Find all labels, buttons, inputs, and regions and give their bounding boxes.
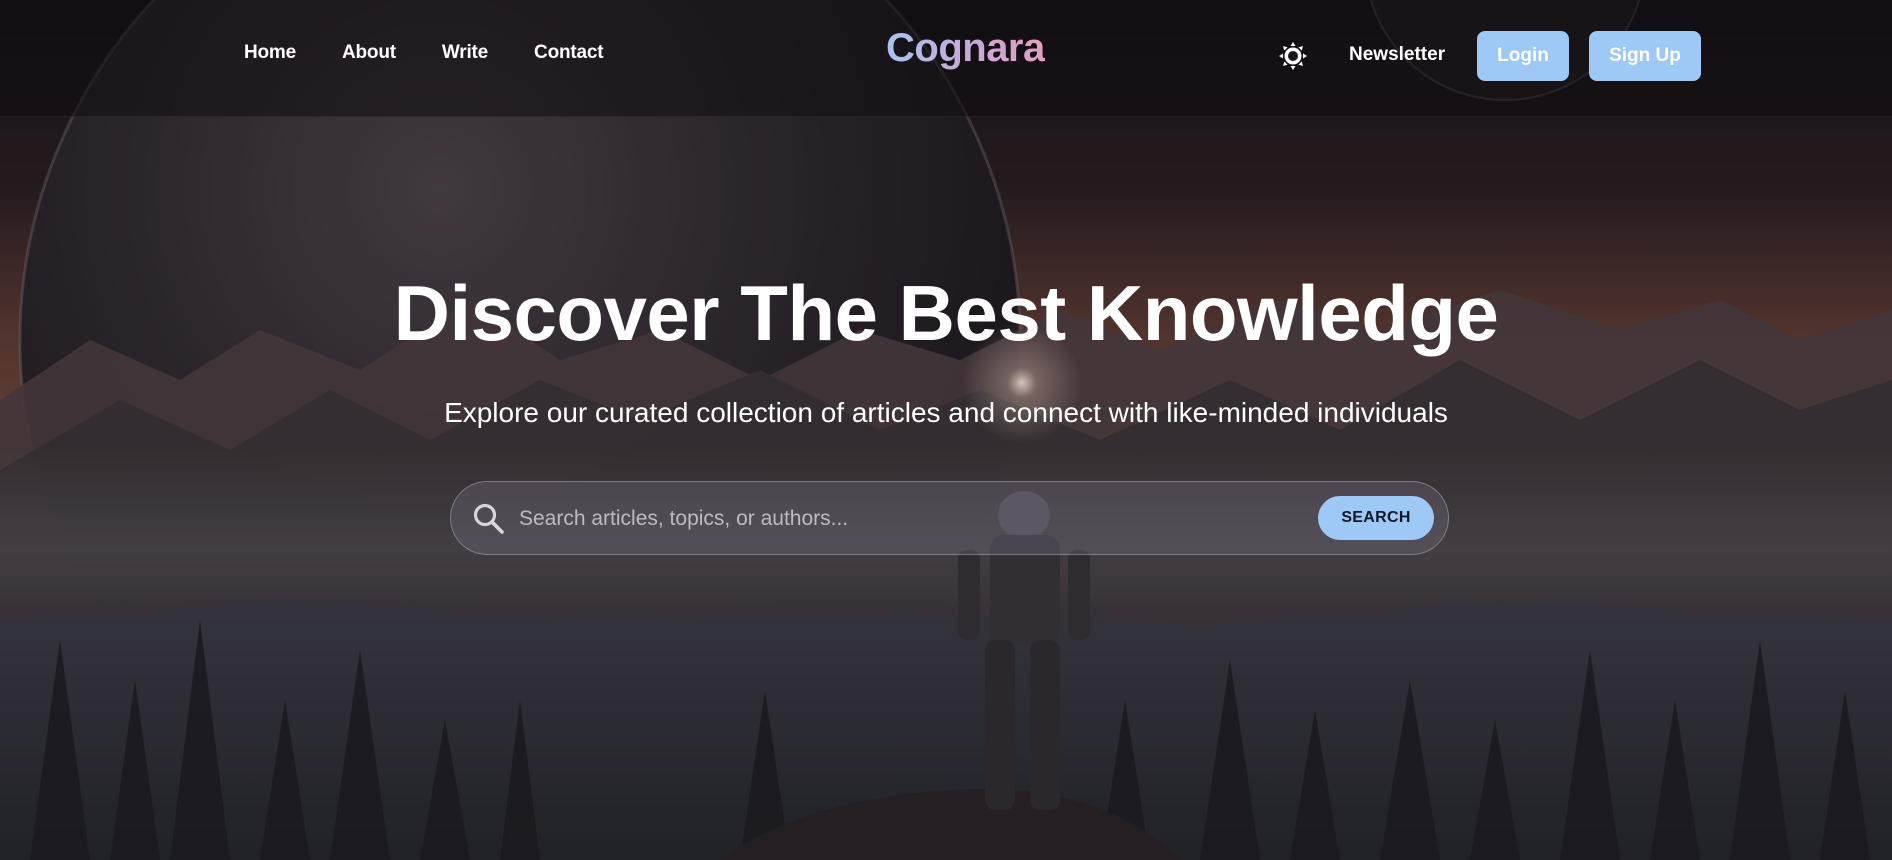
nav-links: Home About Write Contact	[244, 42, 649, 64]
search-bar: SEARCH	[450, 481, 1449, 555]
hero-title: Discover The Best Knowledge	[393, 269, 1499, 357]
nav-link-write[interactable]: Write	[442, 42, 488, 64]
search-icon	[473, 503, 504, 534]
hero-subtitle: Explore our curated collection of articl…	[444, 397, 1448, 428]
sun-icon	[1279, 42, 1307, 70]
newsletter-link[interactable]: Newsletter	[1349, 44, 1445, 66]
signup-button[interactable]: Sign Up	[1589, 31, 1701, 81]
theme-toggle-button[interactable]	[1277, 40, 1309, 72]
navbar: Home About Write Contact Cognara Newslet…	[0, 0, 1892, 117]
page: Home About Write Contact Cognara Newslet…	[0, 0, 1892, 860]
search-input[interactable]	[517, 496, 1241, 542]
nav-link-home[interactable]: Home	[244, 42, 296, 64]
login-button[interactable]: Login	[1477, 31, 1569, 81]
hero-background-image	[0, 0, 1892, 860]
nav-link-contact[interactable]: Contact	[534, 42, 604, 64]
nav-link-about[interactable]: About	[342, 42, 396, 64]
brand-logo[interactable]: Cognara	[886, 26, 1045, 71]
search-button[interactable]: SEARCH	[1318, 496, 1434, 540]
